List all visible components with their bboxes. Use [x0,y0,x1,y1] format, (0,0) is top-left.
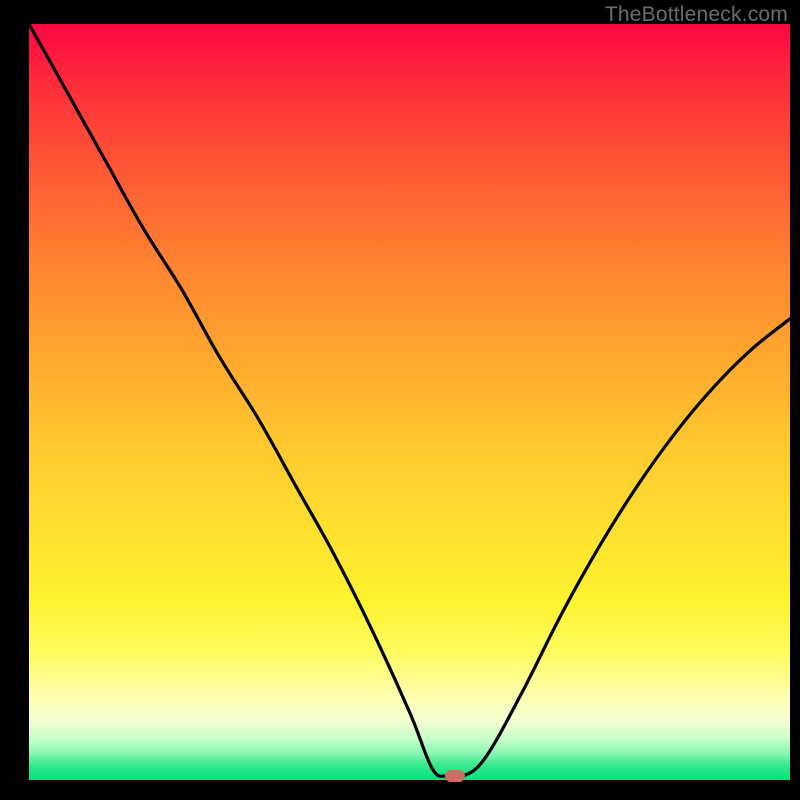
bottleneck-curve [29,24,790,780]
watermark-text: TheBottleneck.com [605,3,788,27]
chart-frame: TheBottleneck.com [0,0,800,800]
optimal-point-marker [445,770,465,782]
plot-area [29,24,790,780]
